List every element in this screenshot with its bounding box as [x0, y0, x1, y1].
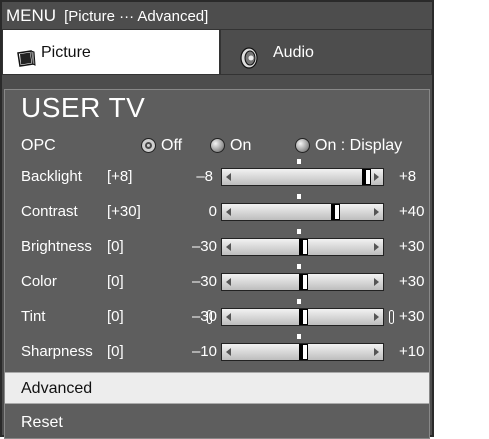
tab-bar: Picture Audio — [2, 29, 432, 77]
radio-icon — [210, 138, 225, 153]
breadcrumb: [Picture ··· Advanced] — [64, 8, 209, 25]
sharpness-max-value: +10 — [399, 343, 425, 360]
center-tick — [297, 159, 301, 164]
tint-current-value: [0] — [107, 308, 124, 325]
center-tick — [297, 334, 301, 339]
brightness-label: Brightness — [21, 238, 92, 255]
audio-icon — [239, 42, 259, 88]
arrow-left-icon[interactable] — [226, 313, 231, 321]
brightness-slider[interactable] — [221, 229, 384, 256]
contrast-label: Contrast — [21, 203, 78, 220]
opc-label: OPC — [21, 137, 56, 154]
sharpness-min-value: –10 — [191, 343, 217, 360]
contrast-min-value: 0 — [208, 203, 217, 220]
arrow-right-icon[interactable] — [374, 208, 379, 216]
tab-audio[interactable]: Audio — [220, 29, 432, 75]
color-label: Color — [21, 273, 57, 290]
color-current-value: [0] — [107, 273, 124, 290]
opc-off-label: Off — [161, 137, 183, 154]
setting-row-tint[interactable]: Tint [0] –30 +30 — [5, 299, 429, 332]
opc-on-label: On — [230, 137, 252, 154]
arrow-right-icon[interactable] — [374, 278, 379, 286]
color-max-value: +30 — [399, 273, 425, 290]
radio-selected-icon — [141, 138, 156, 153]
sharpness-current-value: [0] — [107, 343, 124, 360]
center-tick — [297, 194, 301, 199]
brightness-min-value: –30 — [191, 238, 217, 255]
sharpness-label: Sharpness — [21, 343, 93, 360]
backlight-max-value: +8 — [399, 168, 417, 185]
center-tick — [297, 264, 301, 269]
opc-on-display-label: On : Display — [315, 137, 403, 154]
setting-row-brightness[interactable]: Brightness [0] –30 +30 — [5, 229, 429, 262]
arrow-right-icon[interactable] — [374, 173, 379, 181]
tab-picture[interactable]: Picture — [2, 29, 220, 75]
reset-menu-item[interactable]: Reset — [5, 408, 429, 438]
tint-label: Tint — [21, 308, 46, 325]
setting-row-sharpness[interactable]: Sharpness [0] –10 +10 — [5, 334, 429, 367]
range-start-marker — [207, 310, 212, 324]
settings-panel: USER TV OPC Off On On : Display Backligh… — [4, 89, 430, 439]
center-tick — [297, 229, 301, 234]
backlight-slider[interactable] — [221, 159, 384, 186]
picture-icon — [16, 42, 36, 88]
center-tick — [297, 299, 301, 304]
arrow-left-icon[interactable] — [226, 173, 231, 181]
tint-slider-thumb[interactable] — [299, 309, 308, 325]
brightness-max-value: +30 — [399, 238, 425, 255]
sharpness-slider[interactable] — [221, 334, 384, 361]
arrow-left-icon[interactable] — [226, 348, 231, 356]
backlight-current-value: [+8] — [107, 168, 133, 185]
tab-audio-label: Audio — [273, 44, 314, 61]
arrow-left-icon[interactable] — [226, 278, 231, 286]
color-slider[interactable] — [221, 264, 384, 291]
contrast-max-value: +40 — [399, 203, 425, 220]
sharpness-slider-thumb[interactable] — [299, 344, 308, 360]
arrow-right-icon[interactable] — [374, 313, 379, 321]
setting-row-backlight[interactable]: Backlight [+8] –8 +8 — [5, 159, 429, 192]
color-slider-thumb[interactable] — [299, 274, 308, 290]
setting-row-color[interactable]: Color [0] –30 +30 — [5, 264, 429, 297]
range-end-marker — [389, 310, 394, 324]
arrow-right-icon[interactable] — [374, 243, 379, 251]
menu-title: MENU — [6, 6, 57, 25]
contrast-current-value: [+30] — [107, 203, 141, 220]
menu-header: MENU [Picture ··· Advanced] — [2, 2, 432, 29]
arrow-right-icon[interactable] — [374, 348, 379, 356]
advanced-menu-item[interactable]: Advanced — [5, 372, 429, 404]
arrow-left-icon[interactable] — [226, 208, 231, 216]
tint-min-value: –30 — [191, 308, 217, 325]
backlight-slider-thumb[interactable] — [362, 169, 371, 185]
menu-screen: MENU [Picture ··· Advanced] Picture Audio… — [0, 0, 434, 439]
tint-slider[interactable] — [221, 299, 384, 326]
brightness-slider-thumb[interactable] — [299, 239, 308, 255]
brightness-current-value: [0] — [107, 238, 124, 255]
opc-row: OPC Off On On : Display — [5, 132, 429, 162]
contrast-slider-thumb[interactable] — [331, 204, 340, 220]
radio-icon — [295, 138, 310, 153]
color-min-value: –30 — [191, 273, 217, 290]
setting-row-contrast[interactable]: Contrast [+30] 0 +40 — [5, 194, 429, 227]
arrow-left-icon[interactable] — [226, 243, 231, 251]
backlight-label: Backlight — [21, 168, 82, 185]
backlight-min-value: –8 — [196, 168, 213, 185]
tab-picture-label: Picture — [41, 44, 91, 61]
panel-title: USER TV — [21, 92, 146, 123]
tint-max-value: +30 — [399, 308, 425, 325]
contrast-slider[interactable] — [221, 194, 384, 221]
